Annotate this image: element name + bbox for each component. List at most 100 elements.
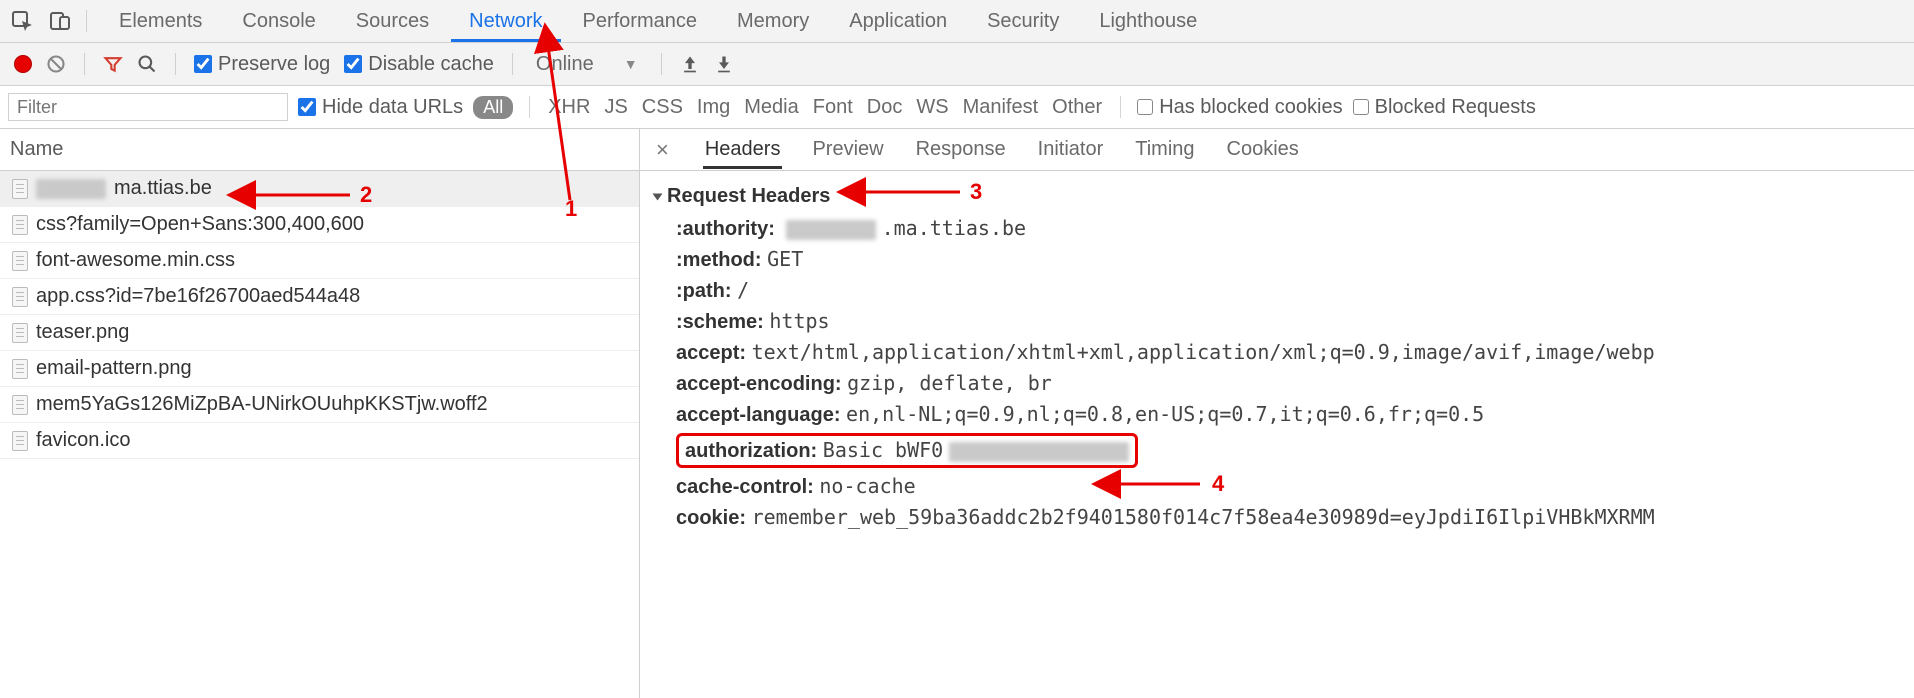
request-row[interactable]: mem5YaGs126MiZpBA-UNirkOUuhpKKSTjw.woff2 — [0, 387, 639, 423]
device-toggle-icon[interactable] — [48, 9, 72, 33]
filter-icon[interactable] — [103, 54, 123, 74]
has-blocked-cookies-checkbox[interactable]: Has blocked cookies — [1137, 96, 1342, 119]
file-icon — [12, 251, 28, 271]
highlighted-authorization: authorization: Basic bWF0 — [676, 433, 1138, 468]
clear-icon[interactable] — [46, 54, 66, 74]
throttling-select[interactable]: Online ▼ — [531, 50, 643, 79]
filter-input[interactable] — [8, 93, 288, 121]
detail-tabbar: × Headers Preview Response Initiator Tim… — [640, 129, 1914, 171]
filter-type-img[interactable]: Img — [695, 96, 732, 119]
request-row[interactable]: favicon.ico — [0, 423, 639, 459]
request-name: email-pattern.png — [36, 357, 192, 380]
hide-data-urls-input[interactable] — [298, 98, 316, 116]
request-row[interactable]: ma.ttias.be — [0, 171, 639, 207]
disable-cache-label: Disable cache — [368, 53, 494, 76]
preserve-log-label: Preserve log — [218, 53, 330, 76]
file-icon — [12, 359, 28, 379]
request-row[interactable]: font-awesome.min.css — [0, 243, 639, 279]
content-split: Name ma.ttias.be css?family=Open+Sans:30… — [0, 129, 1914, 698]
file-icon — [12, 431, 28, 451]
header-cookie: cookie: remember_web_59ba36addc2b2f94015… — [676, 505, 1900, 530]
redacted-text — [36, 179, 106, 199]
filter-type-ws[interactable]: WS — [914, 96, 950, 119]
filter-type-css[interactable]: CSS — [640, 96, 685, 119]
redacted-text — [949, 442, 1129, 462]
detail-tab-preview[interactable]: Preview — [810, 130, 885, 169]
preserve-log-checkbox[interactable]: Preserve log — [194, 53, 330, 76]
request-headers-section[interactable]: Request Headers — [654, 185, 1900, 208]
redacted-text — [786, 220, 876, 240]
filter-type-font[interactable]: Font — [811, 96, 855, 119]
request-name: favicon.ico — [36, 429, 131, 452]
request-list-pane: Name ma.ttias.be css?family=Open+Sans:30… — [0, 129, 640, 698]
checkbox-icon — [1353, 99, 1369, 115]
header-path: :path: / — [676, 278, 1900, 303]
request-name: mem5YaGs126MiZpBA-UNirkOUuhpKKSTjw.woff2 — [36, 393, 488, 416]
file-icon — [12, 179, 28, 199]
file-icon — [12, 287, 28, 307]
disable-cache-input[interactable] — [344, 55, 362, 73]
tab-sources[interactable]: Sources — [338, 1, 447, 42]
request-row[interactable]: email-pattern.png — [0, 351, 639, 387]
detail-tab-response[interactable]: Response — [914, 130, 1008, 169]
preserve-log-input[interactable] — [194, 55, 212, 73]
file-icon — [12, 395, 28, 415]
tab-console[interactable]: Console — [224, 1, 333, 42]
filter-type-doc[interactable]: Doc — [865, 96, 905, 119]
detail-tab-headers[interactable]: Headers — [703, 130, 783, 169]
tab-memory[interactable]: Memory — [719, 1, 827, 42]
filter-type-js[interactable]: JS — [602, 96, 629, 119]
tab-security[interactable]: Security — [969, 1, 1077, 42]
blocked-req-label: Blocked Requests — [1375, 96, 1536, 119]
tab-elements[interactable]: Elements — [101, 1, 220, 42]
divider — [84, 53, 85, 75]
header-authority: :authority: .ma.ttias.be — [676, 216, 1900, 241]
network-toolbar: Preserve log Disable cache Online ▼ — [0, 43, 1914, 86]
detail-tab-cookies[interactable]: Cookies — [1225, 130, 1301, 169]
request-row[interactable]: teaser.png — [0, 315, 639, 351]
header-authorization: authorization: Basic bWF0 — [676, 433, 1900, 468]
file-icon — [12, 215, 28, 235]
tab-application[interactable]: Application — [831, 1, 965, 42]
close-detail-icon[interactable]: × — [650, 137, 675, 163]
hide-data-urls-checkbox[interactable]: Hide data URLs — [298, 96, 463, 119]
download-har-icon[interactable] — [714, 54, 734, 74]
disable-cache-checkbox[interactable]: Disable cache — [344, 53, 494, 76]
request-list-header[interactable]: Name — [0, 129, 639, 171]
blocked-requests-checkbox[interactable]: Blocked Requests — [1353, 96, 1536, 119]
detail-tab-timing[interactable]: Timing — [1133, 130, 1196, 169]
tab-network[interactable]: Network — [451, 1, 560, 42]
filter-type-media[interactable]: Media — [742, 96, 800, 119]
chevron-down-icon: ▼ — [624, 56, 638, 72]
search-icon[interactable] — [137, 54, 157, 74]
header-scheme: :scheme: https — [676, 309, 1900, 334]
request-name: ma.ttias.be — [114, 177, 212, 200]
detail-tab-initiator[interactable]: Initiator — [1036, 130, 1106, 169]
request-name: font-awesome.min.css — [36, 249, 235, 272]
divider — [175, 53, 176, 75]
detail-pane: × Headers Preview Response Initiator Tim… — [640, 129, 1914, 698]
request-row[interactable]: css?family=Open+Sans:300,400,600 — [0, 207, 639, 243]
checkbox-icon — [1137, 99, 1153, 115]
has-blocked-label: Has blocked cookies — [1159, 96, 1342, 119]
request-name: app.css?id=7be16f26700aed544a48 — [36, 285, 360, 308]
tab-performance[interactable]: Performance — [565, 1, 716, 42]
filter-type-manifest[interactable]: Manifest — [961, 96, 1041, 119]
header-method: :method: GET — [676, 247, 1900, 272]
tab-lighthouse[interactable]: Lighthouse — [1081, 1, 1215, 42]
file-icon — [12, 323, 28, 343]
upload-har-icon[interactable] — [680, 54, 700, 74]
header-accept-language: accept-language: en,nl-NL;q=0.9,nl;q=0.8… — [676, 402, 1900, 427]
divider — [1120, 96, 1121, 118]
throttling-value: Online — [536, 53, 594, 76]
divider — [529, 96, 530, 118]
section-title-text: Request Headers — [667, 185, 830, 208]
request-name: teaser.png — [36, 321, 129, 344]
hide-data-urls-label: Hide data URLs — [322, 96, 463, 119]
filter-type-xhr[interactable]: XHR — [546, 96, 592, 119]
filter-type-other[interactable]: Other — [1050, 96, 1104, 119]
request-row[interactable]: app.css?id=7be16f26700aed544a48 — [0, 279, 639, 315]
filter-type-all[interactable]: All — [473, 96, 513, 119]
record-button-icon[interactable] — [14, 55, 32, 73]
inspect-element-icon[interactable] — [10, 9, 34, 33]
